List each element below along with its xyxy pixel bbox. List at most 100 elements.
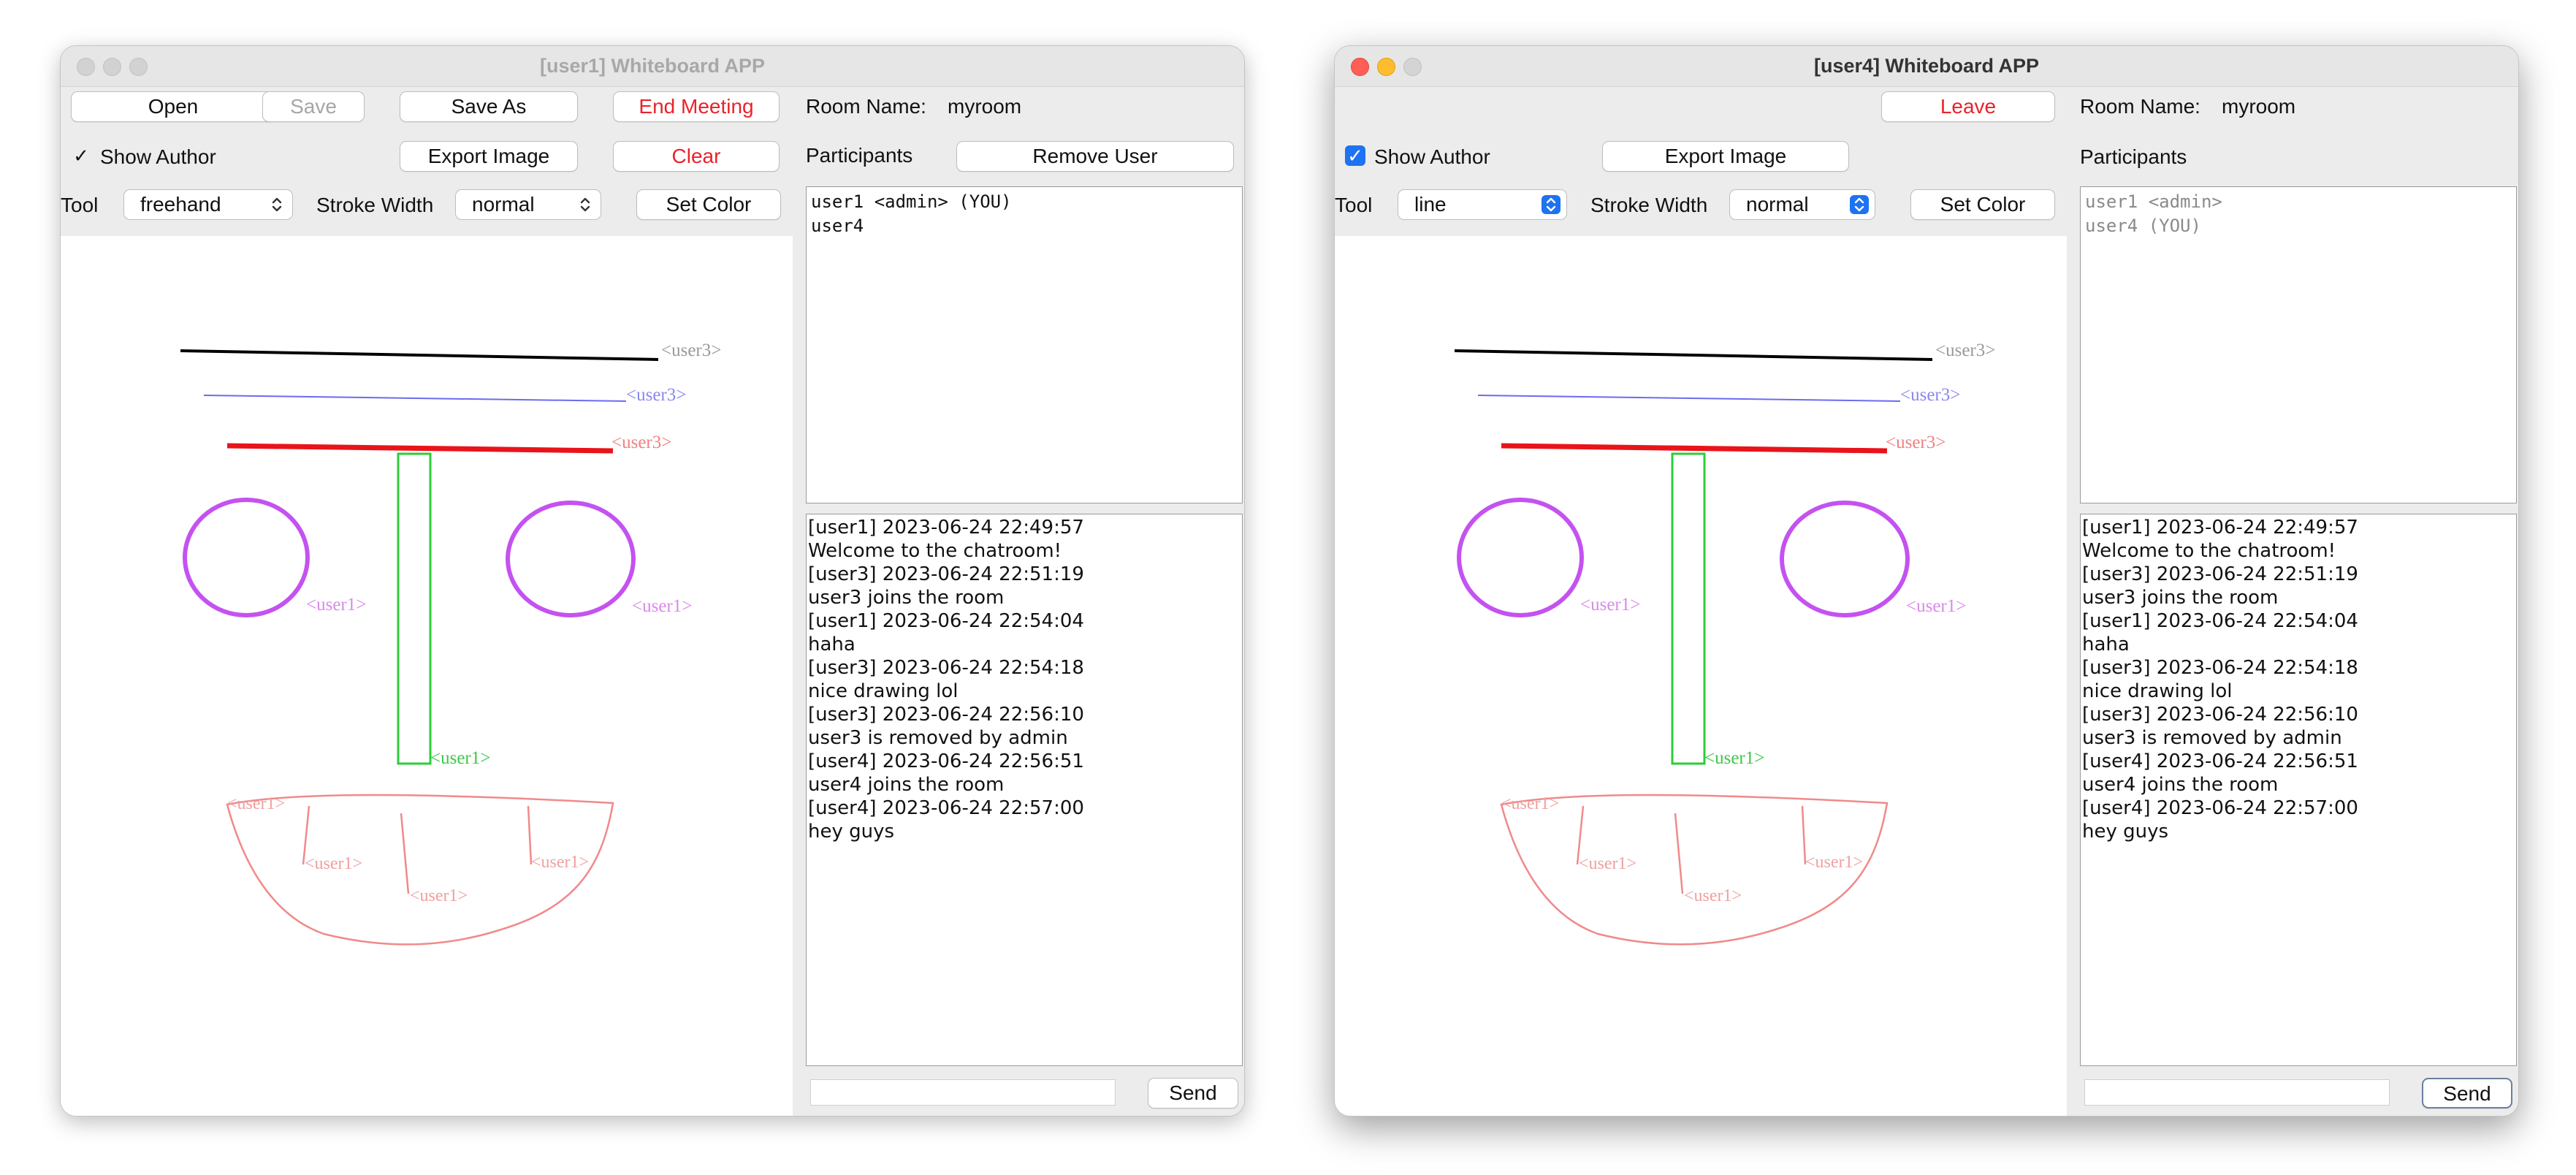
stroke-width-select[interactable]: normal [455,189,601,220]
left-eye-shape [183,498,310,617]
chat-line: nice drawing lol [2082,680,2233,702]
chat-line: [user3] 2023-06-24 22:51:19 [2082,563,2358,585]
end-meeting-button[interactable]: End Meeting [613,91,780,122]
chat-line: user3 is removed by admin [2082,727,2342,749]
participant-item[interactable]: user4 (YOU) [2085,214,2512,238]
author-label-nose: <user1> [1704,748,1764,768]
blue-line-shape [1477,395,1901,402]
chat-line: [user4] 2023-06-24 22:57:00 [2082,797,2358,819]
mouth-tooth-line-2 [1674,813,1684,894]
stroke-width-value: normal [472,193,535,216]
drawing-layer: <user3> <user3> <user3> <user1> <user1> … [180,341,721,946]
leave-button[interactable]: Leave [1881,91,2055,122]
send-button[interactable]: Send [1148,1078,1238,1109]
stroke-width-label: Stroke Width [1590,194,1708,216]
nose-rectangle-shape [1671,452,1706,765]
chat-log: [user1] 2023-06-24 22:49:57 Welcome to t… [806,514,1243,1066]
show-author-checkbox[interactable]: ✓ [71,145,91,166]
show-author-checkbox[interactable]: ✓ [1345,145,1365,166]
stroke-width-select[interactable]: normal [1729,189,1875,220]
title-bar[interactable]: [user4] Whiteboard APP [1335,46,2518,87]
blue-line-shape [203,395,627,402]
author-label-tooth-1: <user1> [305,854,362,873]
chat-line: [user1] 2023-06-24 22:54:04 [808,610,1084,632]
author-label-tooth-3: <user1> [1805,853,1863,872]
chat-line: [user3] 2023-06-24 22:54:18 [808,657,1084,679]
author-label-blue-line: <user3> [1900,385,1960,405]
author-label-right-eye: <user1> [632,596,692,616]
clear-button[interactable]: Clear [613,141,780,172]
chat-line: hey guys [2082,821,2169,843]
tool-label: Tool [1335,194,1373,216]
author-label-tooth-2: <user1> [410,886,468,905]
red-line-shape [1501,443,1888,454]
tool-select[interactable]: freehand [123,189,293,220]
participants-list[interactable]: user1 <admin> user4 (YOU) [2080,186,2517,503]
chat-message-input[interactable] [2084,1079,2390,1106]
window-title: [user4] Whiteboard APP [1813,55,2040,77]
drawing-layer: <user3> <user3> <user3> <user1> <user1> … [1454,341,1995,946]
right-eye-shape [506,501,636,617]
participant-item[interactable]: user1 <admin> [2085,190,2512,214]
chat-line: user3 joins the room [808,587,1005,609]
author-label-black-line: <user3> [661,341,721,360]
chat-line: [user4] 2023-06-24 22:57:00 [808,797,1084,819]
remove-user-button[interactable]: Remove User [956,141,1234,172]
checkmark-icon: ✓ [1347,145,1363,167]
chevron-up-down-icon [1542,195,1561,214]
window-title: [user1] Whiteboard APP [539,55,766,77]
participant-item[interactable]: user4 [811,214,1238,238]
participant-item[interactable]: user1 <admin> (YOU) [811,190,1238,214]
author-label-tooth-3: <user1> [531,853,589,872]
room-name-value: myroom [2222,95,2296,118]
show-author-label: Show Author [100,145,216,168]
red-line-shape [226,443,614,454]
chat-log: [user1] 2023-06-24 22:49:57 Welcome to t… [2080,514,2517,1066]
author-label-red-line: <user3> [1886,433,1946,452]
whiteboard-window-user4: [user4] Whiteboard APP Leave Room Name: … [1334,45,2519,1117]
participants-label: Participants [806,144,913,167]
left-eye-shape [1457,498,1584,617]
tool-label: Tool [61,194,99,216]
chat-line: Welcome to the chatroom! [2082,540,2336,562]
black-line-shape [1454,349,1933,361]
author-label-mouth-left: <user1> [1501,794,1559,813]
chat-line: [user1] 2023-06-24 22:49:57 [808,517,1084,539]
author-label-right-eye: <user1> [1906,596,1966,616]
whiteboard-canvas[interactable]: <user3> <user3> <user3> <user1> <user1> … [61,236,793,1116]
participants-list[interactable]: user1 <admin> (YOU) user4 [806,186,1243,503]
send-button[interactable]: Send [2422,1078,2512,1109]
title-bar[interactable]: [user1] Whiteboard APP [61,46,1244,87]
show-author-label: Show Author [1374,145,1490,168]
whiteboard-canvas[interactable]: <user3> <user3> <user3> <user1> <user1> … [1335,236,2067,1116]
chat-line: [user3] 2023-06-24 22:54:18 [2082,657,2358,679]
save-as-button[interactable]: Save As [400,91,578,122]
chat-message-input[interactable] [810,1079,1116,1106]
checkmark-icon: ✓ [73,145,89,167]
chat-line: Welcome to the chatroom! [808,540,1062,562]
author-label-red-line: <user3> [611,433,671,452]
chat-line: [user1] 2023-06-24 22:54:04 [2082,610,2358,632]
chat-line: [user3] 2023-06-24 22:56:10 [808,704,1084,726]
set-color-button[interactable]: Set Color [1910,189,2055,220]
stroke-width-value: normal [1746,193,1809,216]
author-label-tooth-1: <user1> [1579,854,1636,873]
author-label-black-line: <user3> [1935,341,1995,360]
tool-select-value: freehand [140,193,221,216]
mouth-tooth-line-2 [400,813,410,894]
chevron-up-down-icon [1850,195,1869,214]
stroke-width-label: Stroke Width [316,194,434,216]
author-label-blue-line: <user3> [626,385,686,405]
export-image-button[interactable]: Export Image [400,141,578,172]
chevron-up-down-icon [580,197,590,212]
author-label-left-eye: <user1> [306,595,366,615]
tool-select[interactable]: line [1398,189,1567,220]
save-button[interactable]: Save [262,91,365,122]
participants-label: Participants [2080,145,2187,168]
chat-line: haha [808,634,856,655]
open-button[interactable]: Open [71,91,275,122]
right-eye-shape [1780,501,1910,617]
set-color-button[interactable]: Set Color [636,189,781,220]
author-label-left-eye: <user1> [1580,595,1640,615]
export-image-button[interactable]: Export Image [1602,141,1849,172]
